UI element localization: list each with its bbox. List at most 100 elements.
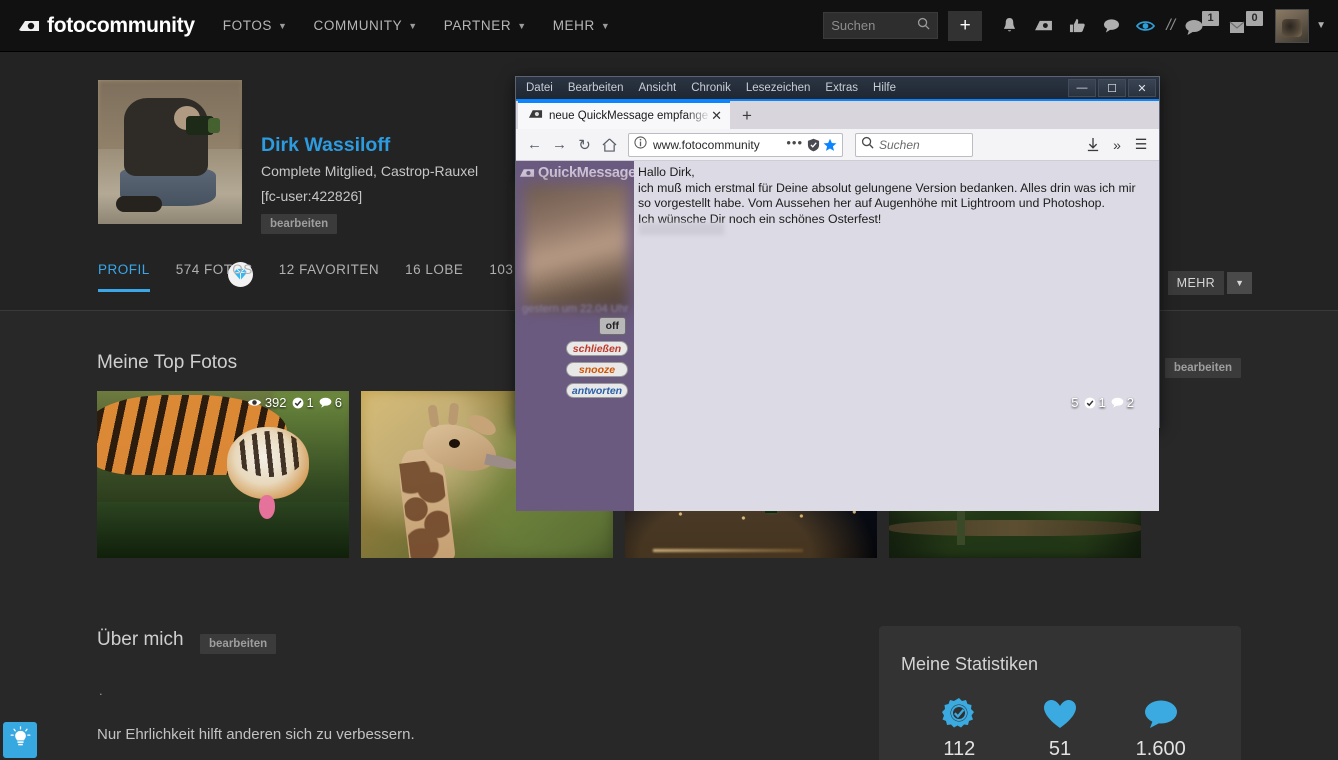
nav-item-fotos-label: FOTOS: [222, 18, 273, 33]
nav-item-community-label: COMMUNITY: [313, 18, 403, 33]
close-icon[interactable]: ✕: [711, 108, 722, 124]
avatar[interactable]: [1275, 8, 1310, 43]
stat-lobe: 112: [909, 697, 1010, 760]
avatar-camera-lens: [208, 118, 220, 133]
browser-menubar: Datei Bearbeiten Ansicht Chronik Lesezei…: [526, 82, 911, 94]
back-button[interactable]: ←: [522, 133, 547, 157]
eye-icon: [247, 397, 262, 408]
browser-tab-title: neue QuickMessage empfange: [549, 110, 709, 122]
search-input[interactable]: [831, 18, 918, 33]
browser-tab-active[interactable]: neue QuickMessage empfange ✕: [518, 101, 730, 129]
nav-item-partner-label: PARTNER: [443, 18, 512, 33]
about-dot: .: [99, 683, 103, 698]
tab-lobe[interactable]: 16 LOBE: [405, 262, 463, 289]
menu-hilfe[interactable]: Hilfe: [873, 82, 896, 94]
tab-favoriten[interactable]: 12 FAVORITEN: [279, 262, 379, 289]
nav-item-mehr[interactable]: MEHR ▼: [553, 18, 611, 33]
browser-search-box[interactable]: [855, 132, 973, 157]
download-icon[interactable]: [1081, 133, 1105, 157]
photo-views-count: 5: [1071, 395, 1079, 410]
edit-top-fotos-button[interactable]: bearbeiten: [1164, 358, 1241, 378]
edit-profile-button[interactable]: bearbeiten: [261, 214, 338, 234]
menu-chronik[interactable]: Chronik: [691, 82, 731, 94]
chevron-down-icon[interactable]: ▼: [1316, 20, 1326, 31]
eye-icon[interactable]: [1132, 13, 1158, 39]
address-bar[interactable]: www.fotocommunity •••: [628, 132, 843, 157]
fallen-log: [889, 520, 1141, 536]
reload-button[interactable]: ↻: [572, 133, 597, 157]
photo-icon[interactable]: [1030, 13, 1056, 39]
search-icon: [861, 136, 874, 154]
home-button[interactable]: [597, 133, 622, 157]
shield-icon[interactable]: [807, 138, 820, 152]
browser-titlebar[interactable]: Datei Bearbeiten Ansicht Chronik Lesezei…: [516, 77, 1159, 99]
bookmark-star-icon[interactable]: [823, 138, 837, 152]
top-fotos-title: Meine Top Fotos: [97, 352, 238, 373]
chevron-down-icon: ▼: [278, 20, 288, 31]
message-line: so vorgestellt habe. Vom Aussehen her au…: [638, 196, 1105, 210]
quickmessage-logo: QuickMessage: [516, 161, 636, 181]
mail-badge: 0: [1246, 10, 1264, 26]
menu-lesezeichen[interactable]: Lesezeichen: [746, 82, 811, 94]
speech-bubble-icon[interactable]: [1098, 13, 1124, 39]
close-button[interactable]: ✕: [1128, 79, 1156, 97]
tabs-overflow: MEHR ▼: [1167, 271, 1252, 295]
tabs-more-button[interactable]: MEHR: [1167, 271, 1225, 295]
edit-about-button[interactable]: bearbeiten: [200, 634, 277, 654]
stat-comments-value: 1.600: [1135, 738, 1186, 760]
new-tab-button[interactable]: +: [742, 106, 752, 126]
messages-button[interactable]: 1: [1185, 10, 1220, 40]
site-logo[interactable]: fotocommunity: [18, 14, 195, 38]
browser-window: Datei Bearbeiten Ansicht Chronik Lesezei…: [515, 76, 1160, 511]
minimize-button[interactable]: —: [1068, 79, 1096, 97]
chevron-down-icon[interactable]: ▼: [1227, 272, 1252, 294]
menu-ansicht[interactable]: Ansicht: [638, 82, 676, 94]
mail-button[interactable]: 0: [1229, 10, 1264, 40]
photo-stats: 392 1 6: [247, 395, 342, 410]
chevron-down-icon: ▼: [517, 20, 527, 31]
info-icon[interactable]: [634, 135, 647, 154]
lightbulb-icon: [10, 726, 31, 754]
profile-avatar-image[interactable]: [98, 80, 242, 224]
quickmessage-snooze-button[interactable]: snooze: [566, 362, 628, 377]
browser-search-input[interactable]: [879, 137, 963, 152]
search-box[interactable]: [823, 12, 939, 39]
menu-extras[interactable]: Extras: [825, 82, 858, 94]
photo-comments-count: 2: [1126, 395, 1134, 410]
overflow-icon[interactable]: »: [1105, 133, 1129, 157]
quickmessage-close-button[interactable]: schließen: [566, 341, 628, 356]
browser-viewport: QuickMessage gestern um 22.04 Uhr off sc…: [516, 161, 1159, 511]
page-actions-icon[interactable]: •••: [786, 135, 803, 150]
nav-item-community[interactable]: COMMUNITY ▼: [314, 18, 418, 33]
quickmessage-logo-text: QuickMessage: [538, 165, 636, 181]
profile-edit-wrapper: bearbeiten: [261, 214, 338, 234]
check-badge-icon: [292, 397, 304, 409]
quickmessage-reply-button[interactable]: antworten: [566, 383, 628, 398]
hamburger-menu-icon[interactable]: ☰: [1129, 133, 1153, 157]
statistics-title: Meine Statistiken: [901, 654, 1039, 674]
nav-item-fotos[interactable]: FOTOS ▼: [223, 18, 288, 33]
toolbar-end-cluster: » ☰: [1081, 133, 1153, 157]
stat-comments: 1.600: [1110, 697, 1211, 760]
menu-bearbeiten[interactable]: Bearbeiten: [568, 82, 624, 94]
feedback-button[interactable]: [3, 722, 37, 758]
search-icon[interactable]: [917, 17, 930, 35]
tiger-photo[interactable]: 392 1 6: [97, 391, 349, 558]
quickmessage-off-toggle[interactable]: off: [598, 317, 626, 335]
menu-datei[interactable]: Datei: [526, 82, 553, 94]
message-line: Hallo Dirk,: [638, 165, 695, 179]
forward-button[interactable]: →: [547, 133, 572, 157]
photo-comments: 2: [1111, 395, 1134, 410]
thumbs-up-icon[interactable]: [1064, 13, 1090, 39]
photo-lobe: 1: [1084, 395, 1106, 410]
main-menu: FOTOS ▼ COMMUNITY ▼ PARTNER ▼ MEHR ▼: [223, 18, 637, 33]
tab-profil[interactable]: PROFIL: [98, 262, 150, 292]
add-button[interactable]: +: [948, 10, 983, 41]
photo-comments-count: 6: [334, 395, 342, 410]
tab-fotos[interactable]: 574 FOTOS: [176, 262, 253, 289]
profile-name[interactable]: Dirk Wassiloff: [261, 134, 390, 157]
nav-item-partner[interactable]: PARTNER ▼: [444, 18, 527, 33]
bell-icon[interactable]: [996, 13, 1022, 39]
quickmessage-timestamp: gestern um 22.04 Uhr: [522, 303, 629, 315]
maximize-button[interactable]: ☐: [1098, 79, 1126, 97]
